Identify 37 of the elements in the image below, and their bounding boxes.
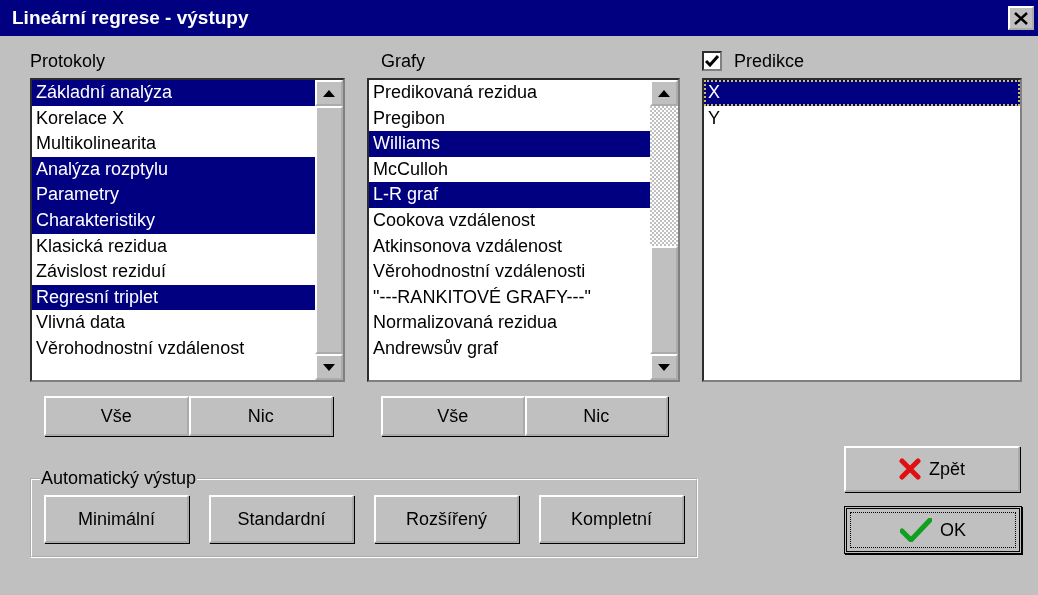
list-item[interactable]: Charakteristiky (32, 207, 315, 234)
list-item[interactable]: Parametry (32, 182, 315, 208)
back-button[interactable]: Zpět (844, 446, 1020, 492)
close-icon (1014, 11, 1028, 25)
scroll-up-icon[interactable] (658, 89, 670, 97)
preset-button[interactable]: Standardní (209, 495, 354, 543)
checkbox[interactable] (702, 51, 722, 71)
close-button[interactable] (1008, 6, 1034, 30)
preset-button[interactable]: Minimální (44, 495, 189, 543)
cross-icon (899, 458, 921, 480)
preset-button[interactable]: Kompletní (539, 495, 684, 543)
check-icon (900, 518, 932, 542)
scroll-down-icon[interactable] (658, 363, 670, 371)
checkbox-label: Predikce (734, 49, 805, 73)
scrollbar[interactable] (315, 80, 343, 380)
list-item[interactable]: Analýza rozptylu (32, 156, 315, 183)
scroll-down-icon[interactable] (323, 363, 335, 371)
list-item[interactable]: L-R graf (369, 182, 650, 208)
preset-button[interactable]: Rozšířený (374, 495, 519, 543)
group-label: Automatický výstup (40, 468, 198, 489)
list-item[interactable]: Regresní triplet (32, 284, 315, 311)
select-button[interactable]: Nic (188, 396, 333, 436)
ok-button[interactable]: OK (844, 506, 1022, 554)
list-item[interactable]: Základní analýza (32, 80, 315, 106)
list-item[interactable]: X (704, 80, 1020, 106)
list-label: Grafy (380, 49, 426, 73)
scrollbar[interactable] (650, 80, 678, 380)
select-button[interactable]: Nic (524, 396, 668, 436)
scroll-up-icon[interactable] (323, 89, 335, 97)
list-box[interactable]: Základní analýza Korelace X Multikolinearita Analýza rozptylu Parametry Charakteristiky Klasická rezidua Závislost reziduí Regresní triplet Vlivná data Věrohodnostní vzdálenost (30, 78, 345, 382)
list-item[interactable]: Williams (369, 131, 650, 157)
list-label: Protokoly (30, 49, 107, 73)
window-title: Lineární regrese - výstupy (12, 7, 249, 29)
select-button[interactable]: Vše (44, 396, 189, 436)
list-box[interactable]: Predikovaná rezidua Pregibon Williams McCulloh L-R graf Cookova vzdálenost Atkinsonova vzdálenost Věrohodnostní vzdálenosti "---RANKITOVÉ GRAFY---" Normalizovaná rezidua Andrewsův graf (367, 78, 680, 382)
list-box[interactable]: X Y (702, 78, 1022, 382)
select-button[interactable]: Vše (381, 396, 525, 436)
